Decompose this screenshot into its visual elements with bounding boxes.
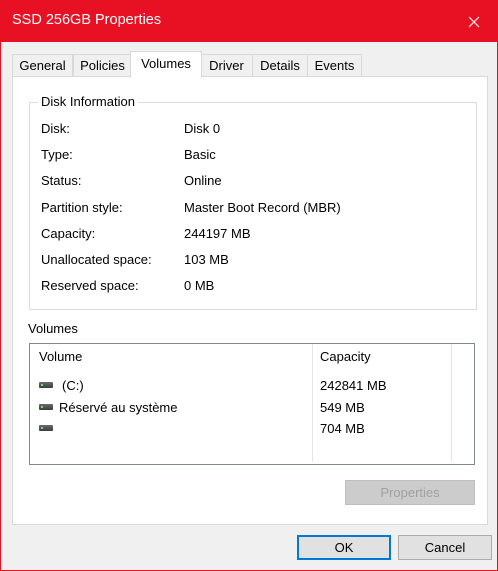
column-header-capacity[interactable]: Capacity <box>320 349 371 364</box>
disk-value: Disk 0 <box>184 121 221 136</box>
type-value: Basic <box>184 147 216 162</box>
volume-properties-button[interactable]: Properties <box>345 480 475 505</box>
type-label: Type: <box>41 147 73 162</box>
tab-driver[interactable]: Driver <box>200 54 253 77</box>
ok-button[interactable]: OK <box>297 535 391 560</box>
capacity-value: 244197 MB <box>184 226 251 241</box>
list-item[interactable]: Réservé au système 549 MB <box>30 400 474 422</box>
volume-capacity: 549 MB <box>320 400 365 415</box>
disk-label: Disk: <box>41 121 70 136</box>
volume-capacity: 704 MB <box>320 421 365 436</box>
volume-name: (C:) <box>62 378 84 393</box>
list-item[interactable]: (C:) 242841 MB <box>30 378 474 400</box>
disk-information-legend: Disk Information <box>38 94 138 109</box>
unallocated-space-value: 103 MB <box>184 252 229 267</box>
tab-volumes[interactable]: Volumes <box>130 51 202 78</box>
partition-style-value: Master Boot Record (MBR) <box>184 200 341 215</box>
list-item[interactable]: 704 MB <box>30 421 474 443</box>
status-label: Status: <box>41 173 82 188</box>
tab-details[interactable]: Details <box>252 54 308 77</box>
tab-panel-volumes: Disk Information Disk: Disk 0 Type: Basi… <box>12 76 488 525</box>
drive-icon <box>39 382 53 388</box>
partition-style-label: Partition style: <box>41 200 123 215</box>
column-header-volume[interactable]: Volume <box>39 349 82 364</box>
tab-events[interactable]: Events <box>307 54 362 77</box>
tab-general[interactable]: General <box>12 54 73 77</box>
close-button[interactable] <box>451 1 497 42</box>
unallocated-space-label: Unallocated space: <box>41 252 152 267</box>
tab-policies[interactable]: Policies <box>73 54 132 77</box>
window-title: SSD 256GB Properties <box>12 12 162 28</box>
drive-icon <box>39 404 53 410</box>
volumes-list[interactable]: Volume Capacity (C:) 242841 MB Réservé a… <box>29 343 475 465</box>
title-bar[interactable]: SSD 256GB Properties <box>1 1 497 42</box>
status-value: Online <box>184 173 222 188</box>
volume-capacity: 242841 MB <box>320 378 387 393</box>
volumes-list-header: Volume Capacity <box>30 344 474 367</box>
reserved-space-label: Reserved space: <box>41 278 139 293</box>
reserved-space-value: 0 MB <box>184 278 215 293</box>
volume-name: Réservé au système <box>59 400 178 415</box>
drive-icon <box>39 425 53 431</box>
capacity-label: Capacity: <box>41 226 96 241</box>
volumes-label: Volumes <box>28 321 78 336</box>
cancel-button[interactable]: Cancel <box>398 535 492 560</box>
properties-dialog: SSD 256GB Properties General Policies Vo… <box>0 0 498 571</box>
close-icon <box>468 16 480 27</box>
